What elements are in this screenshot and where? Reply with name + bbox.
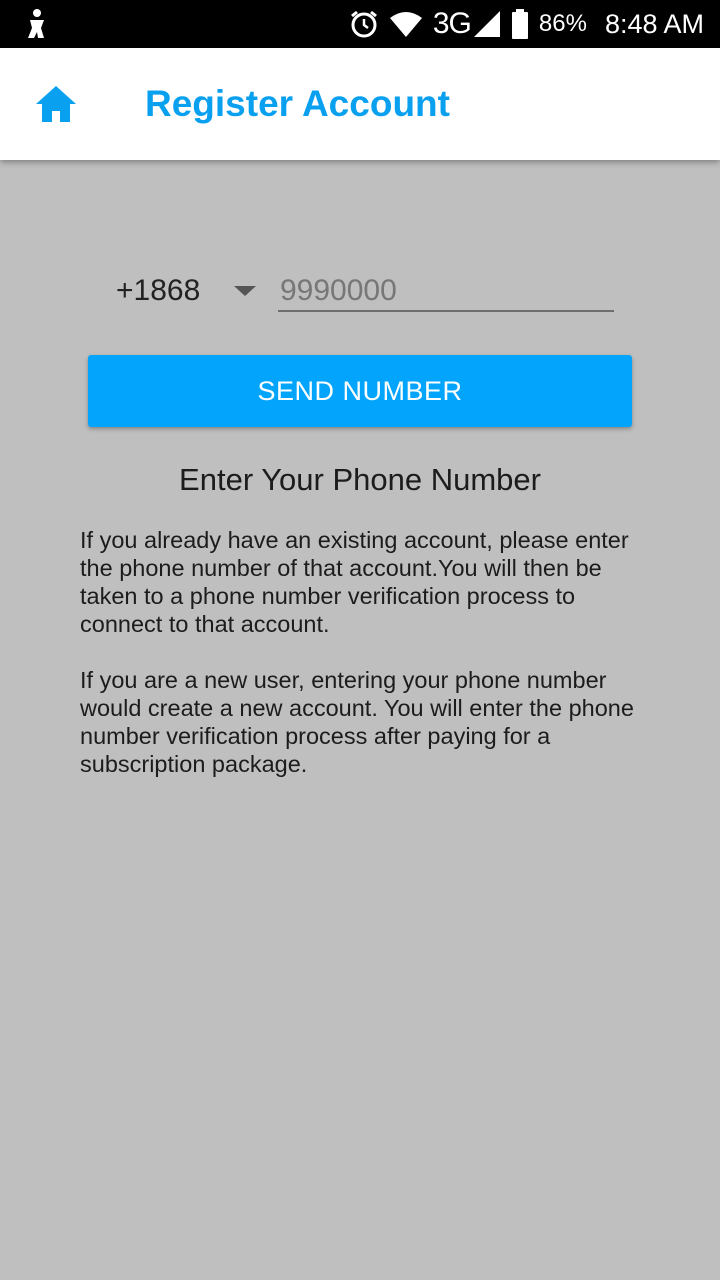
app-bar: Register Account [0, 48, 720, 160]
page-title: Register Account [145, 83, 450, 124]
status-bar: 3G 86% 8:48 AM [0, 0, 720, 48]
status-icons: 3G 86% 8:48 AM [339, 0, 704, 48]
country-code-dropdown[interactable]: +1868 [112, 270, 272, 312]
alarm-clock-icon [350, 10, 377, 38]
cell-signal-icon [473, 11, 500, 37]
send-number-button[interactable]: SEND NUMBER [88, 355, 632, 427]
battery-icon [511, 9, 528, 39]
new-user-paragraph: If you are a new user, entering your pho… [80, 667, 634, 777]
network-type: 3G [432, 7, 472, 40]
country-code-value: +1868 [116, 274, 201, 307]
phone-entry-row: +1868 [112, 270, 614, 312]
instructions-heading: Enter Your Phone Number [179, 462, 541, 497]
dropdown-arrow-icon [234, 286, 256, 296]
battery-percent: 86% [538, 10, 587, 37]
home-icon[interactable] [30, 82, 82, 126]
notification-app-icon [28, 9, 44, 38]
clock-time: 8:48 AM [604, 8, 704, 39]
phone-number-input[interactable] [278, 274, 614, 312]
existing-account-paragraph: If you already have an existing account,… [80, 527, 629, 637]
wifi-icon [389, 12, 422, 37]
